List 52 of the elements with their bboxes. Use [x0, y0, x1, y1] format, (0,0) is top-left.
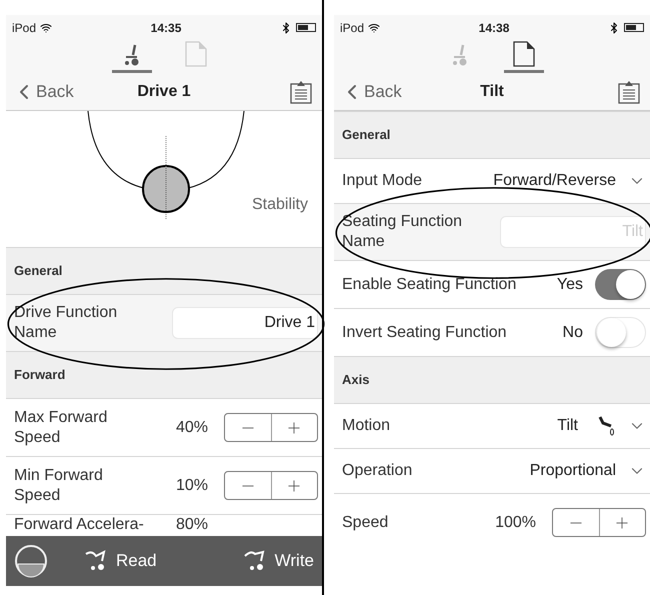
- row-label: Invert Seating Function: [342, 322, 508, 342]
- document-icon[interactable]: [513, 41, 535, 67]
- row-label: Max Forward Speed: [14, 408, 108, 448]
- row-label: Enable Seating Function: [342, 274, 518, 294]
- section-header: General: [342, 126, 390, 144]
- row-label: Seating Function Name: [342, 212, 464, 252]
- wheelchair-arrow-icon: [242, 550, 267, 572]
- value-text: Yes: [556, 274, 583, 294]
- value-text: 100%: [495, 512, 536, 532]
- row-label: Operation: [342, 461, 414, 481]
- tilted-seat-icon: [598, 416, 616, 436]
- name-field[interactable]: Drive 1: [172, 307, 318, 339]
- screen-title: Drive 1: [136, 82, 192, 102]
- row-label: Input Mode: [342, 171, 424, 191]
- status-time: 14:35: [150, 20, 182, 36]
- battery-icon: [296, 23, 316, 32]
- screen-title: Tilt: [479, 82, 505, 102]
- value-text: Proportional: [530, 461, 616, 481]
- value-text: Forward/Reverse: [493, 171, 616, 191]
- row-label: Drive Function Name: [14, 303, 118, 343]
- wheelchair-arrow-icon: [84, 550, 108, 572]
- back-button[interactable]: Back: [12, 78, 102, 104]
- stepper-control[interactable]: [224, 413, 318, 442]
- back-button[interactable]: Back: [340, 78, 430, 104]
- clipboard-icon[interactable]: [290, 80, 312, 104]
- value-text: 40%: [176, 418, 208, 438]
- stepper-control[interactable]: [224, 471, 318, 500]
- value-text: No: [562, 322, 583, 342]
- carrier-text: iPod: [340, 20, 364, 36]
- battery-icon: [624, 23, 644, 32]
- toggle-switch[interactable]: [595, 269, 646, 300]
- stability-label: Stability: [252, 195, 308, 215]
- value-text: Tilt: [557, 416, 578, 436]
- section-header: Forward: [14, 366, 66, 384]
- wifi-icon: [40, 22, 52, 34]
- clipboard-icon[interactable]: [618, 80, 640, 104]
- row-label: Forward Accelera-: [14, 515, 145, 535]
- carrier-text: iPod: [12, 20, 36, 36]
- read-button[interactable]: Read: [84, 548, 157, 574]
- value-text: 10%: [176, 476, 208, 496]
- section-header: Axis: [342, 370, 370, 388]
- section-header: General: [14, 262, 62, 280]
- gauge-icon[interactable]: [14, 544, 48, 578]
- stepper-control[interactable]: [552, 508, 646, 537]
- write-button[interactable]: Write: [242, 548, 314, 574]
- row-label: Motion: [342, 416, 392, 436]
- row-label: Speed: [342, 512, 390, 532]
- row-label: Min Forward Speed: [14, 466, 104, 506]
- wifi-icon: [368, 22, 380, 34]
- status-time: 14:38: [478, 20, 510, 36]
- toggle-switch[interactable]: [595, 317, 646, 348]
- value-text: 80%: [176, 515, 208, 535]
